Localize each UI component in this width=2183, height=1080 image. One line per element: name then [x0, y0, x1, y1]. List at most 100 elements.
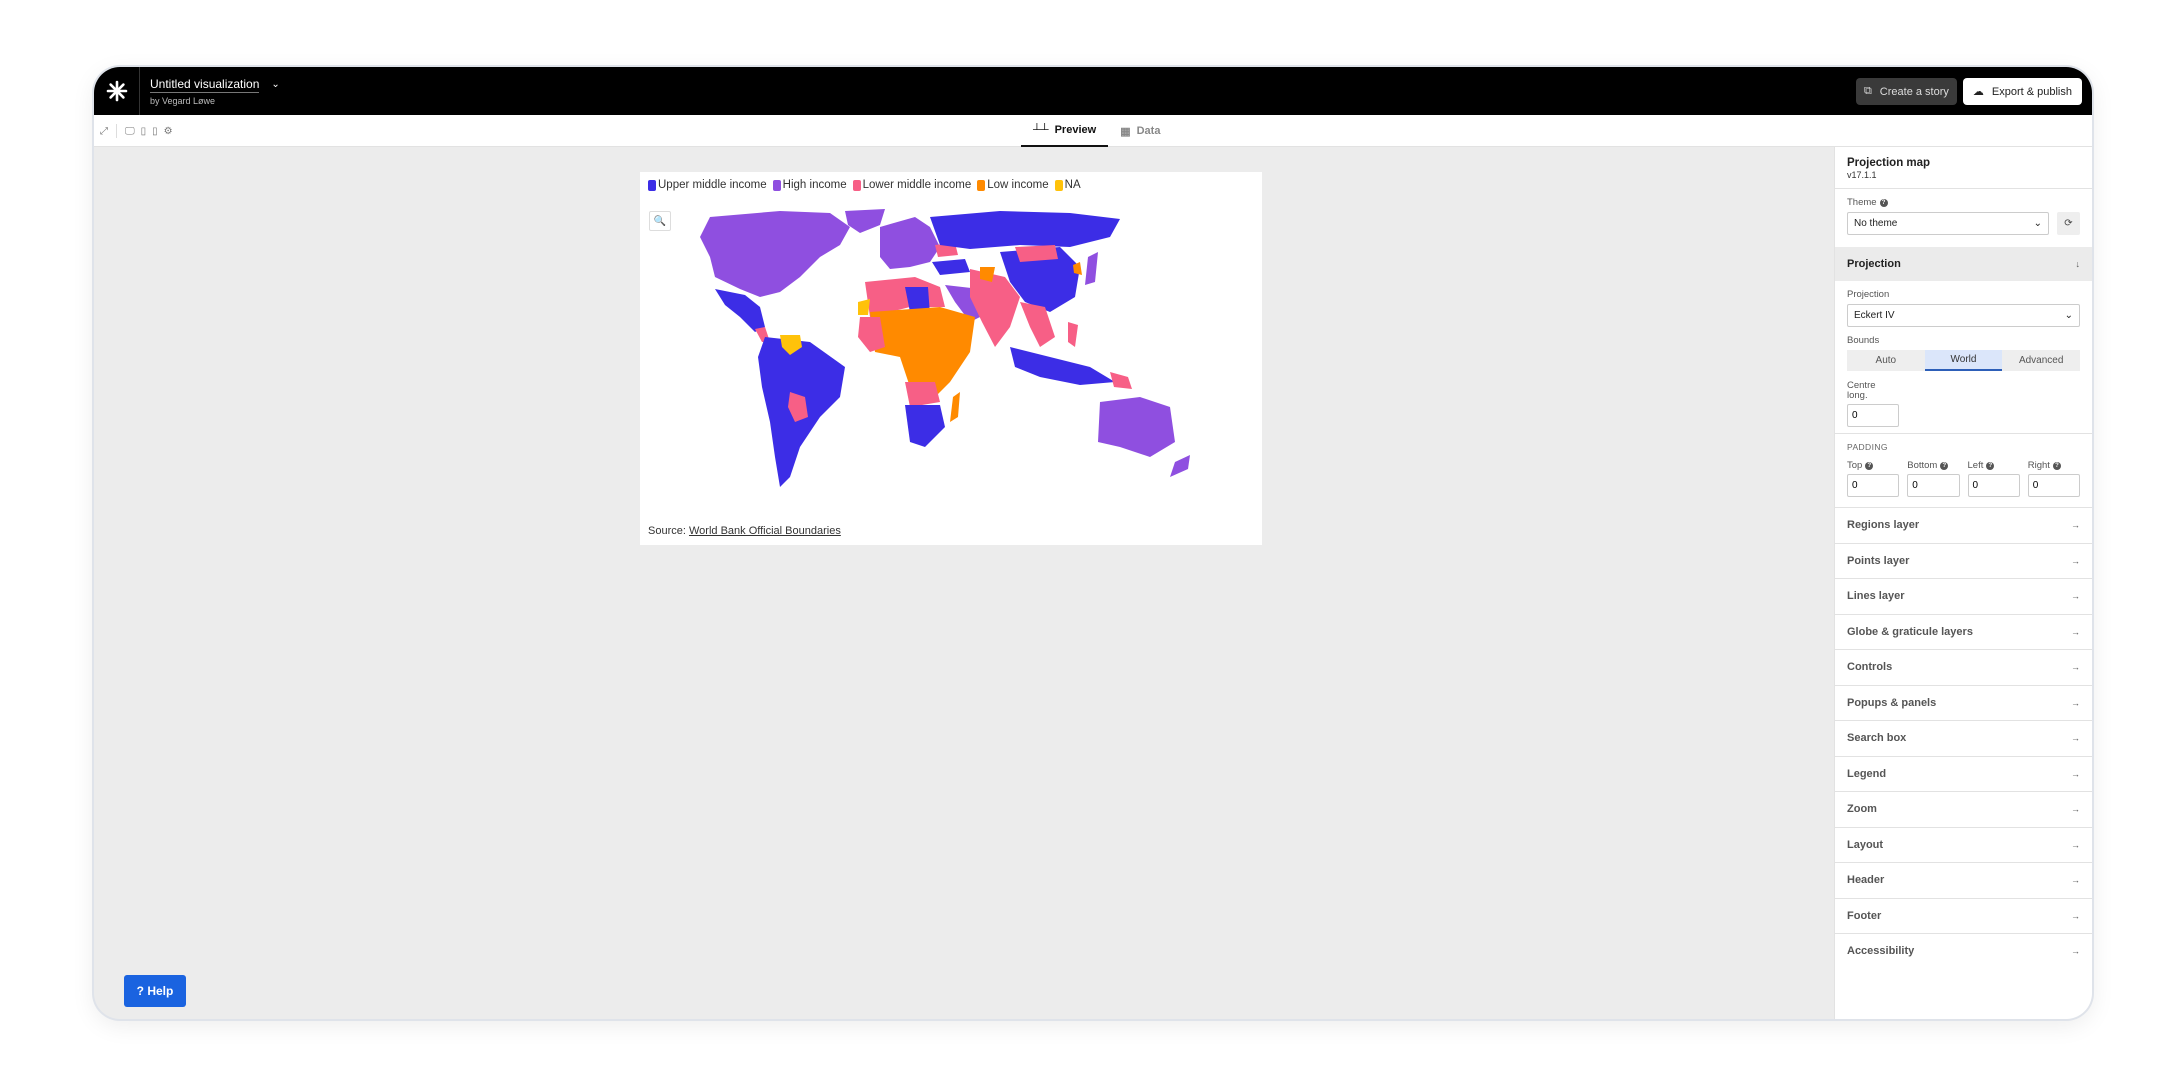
centre-long-input[interactable]: 0	[1847, 404, 1899, 427]
region-south-africa[interactable]	[905, 405, 945, 447]
arrow-right-icon: →	[2071, 662, 2080, 673]
region-turkey-iran[interactable]	[932, 259, 970, 275]
tab-preview[interactable]: ┴┴ Preview	[1021, 115, 1109, 147]
chevron-down-icon: ⌄	[2064, 310, 2073, 321]
view-tabs: ┴┴ Preview ▦ Data	[1021, 115, 1172, 147]
region-new-zealand[interactable]	[1170, 455, 1190, 477]
legend-label: Upper middle income	[658, 179, 767, 191]
desktop-icon[interactable]: 🖵	[125, 126, 135, 137]
region-australia[interactable]	[1098, 397, 1175, 457]
top-bar: Untitled visualization ⌄ by Vegard Løwe …	[94, 67, 2092, 115]
legend-label: High income	[782, 179, 847, 191]
region-japan-korea[interactable]	[1085, 252, 1098, 285]
section-header[interactable]: Header →	[1835, 862, 2092, 898]
flourish-logo[interactable]	[94, 67, 140, 115]
bounds-segmented-control: Auto World Advanced	[1847, 350, 2080, 371]
section-globe-graticule-layers[interactable]: Globe & graticule layers →	[1835, 613, 2092, 650]
expand-icon[interactable]: ⤢	[100, 126, 108, 137]
export-label: Export & publish	[1991, 85, 2072, 98]
section-popups-panels[interactable]: Popups & panels →	[1835, 684, 2092, 721]
legend-item[interactable]: Lower middle income	[852, 179, 971, 191]
source-link[interactable]: World Bank Official Boundaries	[689, 525, 841, 537]
region-greenland[interactable]	[845, 209, 885, 233]
region-western-sahara[interactable]	[858, 299, 870, 315]
legend-swatch	[648, 179, 656, 191]
bounds-option-world[interactable]: World	[1924, 350, 2003, 371]
mobile-icon[interactable]: ▯	[152, 126, 158, 137]
help-icon[interactable]: ?	[1879, 198, 1888, 207]
legend-item[interactable]: Low income	[977, 179, 1049, 191]
title-menu-chevron-icon[interactable]: ⌄	[271, 79, 279, 90]
section-lines-layer[interactable]: Lines layer →	[1835, 578, 2092, 614]
arrow-right-icon: →	[2071, 520, 2080, 531]
arrow-right-icon: →	[2071, 555, 2080, 566]
region-indonesia[interactable]	[1010, 347, 1115, 385]
bounds-option-advanced[interactable]: Advanced	[2002, 350, 2080, 371]
section-layout[interactable]: Layout →	[1835, 826, 2092, 863]
help-icon[interactable]: ?	[2052, 461, 2061, 470]
legend-label: Low income	[987, 179, 1049, 191]
region-png[interactable]	[1110, 372, 1132, 389]
section-zoom[interactable]: Zoom →	[1835, 791, 2092, 827]
theme-value: No theme	[1854, 218, 1898, 229]
legend-item[interactable]: High income	[772, 179, 847, 191]
section-legend[interactable]: Legend →	[1835, 755, 2092, 792]
padding-top-input[interactable]: 0	[1847, 474, 1900, 497]
help-button[interactable]: ? Help	[124, 975, 186, 1007]
section-footer[interactable]: Footer →	[1835, 897, 2092, 934]
section-title: Legend	[1847, 767, 1887, 780]
region-southern-africa-lmic[interactable]	[905, 382, 940, 407]
export-publish-button[interactable]: ☁ Export & publish	[1962, 78, 2082, 105]
section-controls[interactable]: Controls →	[1835, 649, 2092, 685]
help-icon[interactable]: ?	[1940, 461, 1949, 470]
section-title: Search box	[1847, 732, 1907, 745]
theme-select[interactable]: No theme ⌄	[1847, 212, 2049, 235]
arrow-right-icon: →	[2071, 804, 2080, 815]
padding-right-label: Right	[2027, 460, 2050, 471]
create-story-button[interactable]: ⧉ Create a story	[1855, 78, 1957, 105]
tablet-icon[interactable]: ▯	[141, 126, 147, 137]
padding-left-input[interactable]: 0	[1967, 474, 2020, 497]
section-search-box[interactable]: Search box →	[1835, 720, 2092, 756]
region-europe[interactable]	[880, 217, 940, 269]
map-search-button[interactable]: 🔍	[649, 211, 671, 231]
arrow-right-icon: →	[2071, 768, 2080, 779]
tab-data[interactable]: ▦ Data	[1108, 115, 1172, 147]
padding-right-input[interactable]: 0	[2027, 474, 2080, 497]
region-philippines[interactable]	[1068, 322, 1078, 347]
tab-preview-label: Preview	[1054, 124, 1097, 136]
section-title: Projection	[1847, 258, 1901, 270]
legend-swatch	[852, 179, 861, 191]
settings-panel: Projection map v17.1.1 Theme? No theme ⌄ …	[1834, 147, 2092, 1019]
centre-long-label: Centre long.	[1847, 380, 1876, 401]
arrow-right-icon: →	[2071, 626, 2080, 637]
help-icon[interactable]: ?	[1986, 461, 1995, 470]
bounds-option-auto[interactable]: Auto	[1847, 350, 1925, 371]
section-regions-layer[interactable]: Regions layer →	[1835, 507, 2092, 543]
refresh-theme-button[interactable]: ⟳	[2057, 212, 2080, 235]
region-mongolia[interactable]	[1015, 245, 1058, 262]
settings-icon[interactable]: ⚙	[164, 126, 173, 137]
region-north-america[interactable]	[700, 211, 850, 297]
app-window: Untitled visualization ⌄ by Vegard Løwe …	[94, 67, 2092, 1019]
section-title: Header	[1847, 874, 1885, 887]
projection-select[interactable]: Eckert IV ⌄	[1847, 304, 2080, 327]
section-projection-header[interactable]: Projection ↓	[1835, 247, 2092, 281]
section-title: Layout	[1847, 838, 1884, 851]
section-points-layer[interactable]: Points layer →	[1835, 542, 2092, 579]
search-icon: 🔍	[653, 215, 667, 227]
legend-item[interactable]: NA	[1054, 179, 1081, 191]
help-icon[interactable]: ?	[1865, 461, 1874, 470]
legend-item[interactable]: Upper middle income	[648, 179, 767, 191]
section-accessibility[interactable]: Accessibility →	[1835, 933, 2092, 969]
region-madagascar[interactable]	[950, 392, 960, 422]
bar-chart-icon: ┴┴	[1033, 124, 1049, 136]
visualization-title[interactable]: Untitled visualization	[150, 77, 260, 93]
world-map[interactable]	[670, 207, 1250, 497]
author-label: by Vegard Løwe	[150, 95, 216, 106]
arrow-right-icon: →	[2071, 733, 2080, 744]
padding-bottom-input[interactable]: 0	[1907, 474, 1960, 497]
region-russia[interactable]	[930, 211, 1120, 249]
padding-bottom-label: Bottom	[1907, 460, 1938, 471]
section-title: Controls	[1847, 661, 1893, 674]
